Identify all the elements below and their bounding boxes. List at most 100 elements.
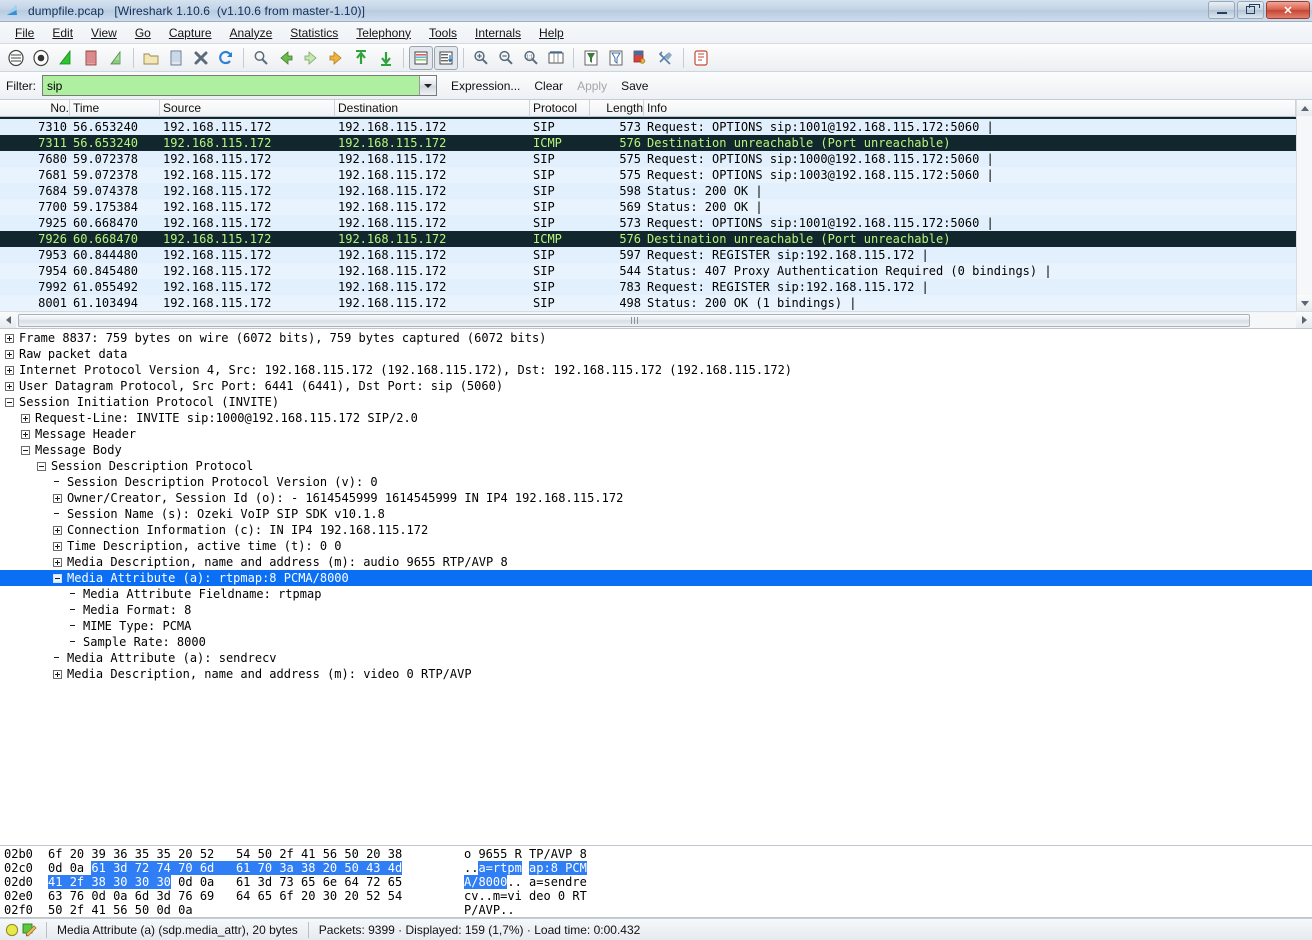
start-capture-button[interactable] bbox=[54, 46, 78, 70]
save-filter-button[interactable]: Save bbox=[621, 79, 648, 93]
auto-scroll-button[interactable] bbox=[434, 45, 458, 70]
hex-row[interactable]: 02e0 63 76 0d 0a 6d 3d 76 69 64 65 6f 20 … bbox=[0, 889, 1312, 903]
column-header-length[interactable]: Length bbox=[590, 99, 644, 117]
expand-icon[interactable] bbox=[21, 429, 30, 439]
column-header-info[interactable]: Info bbox=[644, 99, 1296, 117]
close-file-button[interactable] bbox=[189, 46, 213, 70]
menu-edit[interactable]: Edit bbox=[43, 24, 82, 42]
menu-capture[interactable]: Capture bbox=[160, 24, 221, 42]
expand-icon[interactable] bbox=[53, 525, 62, 535]
tree-item[interactable]: Raw packet data bbox=[0, 346, 1312, 362]
reload-button[interactable] bbox=[214, 46, 238, 70]
table-row[interactable]: 7681 59.072378 192.168.115.172 192.168.115.… bbox=[0, 167, 1296, 183]
table-row[interactable]: 7310 56.653240 192.168.115.172 192.168.115.… bbox=[0, 119, 1296, 135]
display-filters-button[interactable] bbox=[604, 46, 628, 70]
expand-icon[interactable] bbox=[5, 381, 14, 391]
table-row[interactable]: 7680 59.072378 192.168.115.172 192.168.115.… bbox=[0, 151, 1296, 167]
expand-icon[interactable] bbox=[5, 333, 14, 343]
colorize-packets-button[interactable] bbox=[409, 45, 433, 70]
coloring-rules-button[interactable] bbox=[629, 46, 653, 70]
menu-analyze[interactable]: Analyze bbox=[221, 24, 282, 42]
tree-item[interactable]: Frame 8837: 759 bytes on wire (6072 bits… bbox=[0, 330, 1312, 346]
collapse-icon[interactable] bbox=[53, 573, 62, 583]
hex-row[interactable]: 02f0 50 2f 41 56 50 0d 0a P/AVP.. bbox=[0, 903, 1312, 917]
expert-info-circle-icon[interactable] bbox=[5, 923, 19, 937]
column-header-no[interactable]: No. bbox=[0, 99, 70, 117]
tree-item[interactable]: Media Attribute (a): rtpmap:8 PCMA/8000 bbox=[0, 570, 1312, 586]
resize-columns-button[interactable] bbox=[544, 46, 568, 70]
zoom-in-button[interactable] bbox=[469, 46, 493, 70]
tree-item[interactable]: Media Format: 8 bbox=[0, 602, 1312, 618]
save-file-button[interactable] bbox=[164, 46, 188, 70]
filter-combo[interactable] bbox=[42, 75, 437, 96]
packet-details-pane[interactable]: Frame 8837: 759 bytes on wire (6072 bits… bbox=[0, 329, 1312, 846]
menu-telephony[interactable]: Telephony bbox=[347, 24, 420, 42]
packet-list-rows[interactable]: 7310 56.653240 192.168.115.172 192.168.115.… bbox=[0, 117, 1296, 311]
apply-filter-button[interactable]: Apply bbox=[577, 79, 607, 93]
tree-item[interactable]: Sample Rate: 8000 bbox=[0, 634, 1312, 650]
expand-icon[interactable] bbox=[53, 493, 62, 503]
minimize-button[interactable] bbox=[1208, 1, 1235, 19]
tree-item[interactable]: Owner/Creator, Session Id (o): - 1614545… bbox=[0, 490, 1312, 506]
go-last-packet-button[interactable] bbox=[374, 46, 398, 70]
interfaces-button[interactable] bbox=[4, 46, 28, 70]
preferences-button[interactable] bbox=[654, 46, 678, 70]
tree-item[interactable]: Session Initiation Protocol (INVITE) bbox=[0, 394, 1312, 410]
hex-row[interactable]: 02d0 41 2f 38 30 30 30 0d 0a 61 3d 73 65 … bbox=[0, 875, 1312, 889]
tree-item[interactable]: Request-Line: INVITE sip:1000@192.168.11… bbox=[0, 410, 1312, 426]
capture-comment-icon[interactable] bbox=[22, 923, 37, 937]
tree-item[interactable]: Session Description Protocol bbox=[0, 458, 1312, 474]
collapse-icon[interactable] bbox=[21, 445, 30, 455]
collapse-icon[interactable] bbox=[5, 397, 14, 407]
hex-row[interactable]: 02b0 6f 20 39 36 35 35 20 52 54 50 2f 41 … bbox=[0, 847, 1312, 861]
tree-item[interactable]: MIME Type: PCMA bbox=[0, 618, 1312, 634]
go-to-packet-button[interactable] bbox=[324, 46, 348, 70]
table-row[interactable]: 7700 59.175384 192.168.115.172 192.168.115.… bbox=[0, 199, 1296, 215]
table-row[interactable]: 7926 60.668470 192.168.115.172 192.168.115.… bbox=[0, 231, 1296, 247]
table-row[interactable]: 7954 60.845480 192.168.115.172 192.168.115.… bbox=[0, 263, 1296, 279]
menu-statistics[interactable]: Statistics bbox=[281, 24, 347, 42]
tree-item[interactable]: Media Attribute (a): sendrecv bbox=[0, 650, 1312, 666]
zoom-out-button[interactable] bbox=[494, 46, 518, 70]
packet-bytes-pane[interactable]: 02b0 6f 20 39 36 35 35 20 52 54 50 2f 41 … bbox=[0, 846, 1312, 918]
column-header-time[interactable]: Time bbox=[70, 99, 160, 117]
tree-item[interactable]: Connection Information (c): IN IP4 192.1… bbox=[0, 522, 1312, 538]
tree-item[interactable]: Internet Protocol Version 4, Src: 192.16… bbox=[0, 362, 1312, 378]
table-row[interactable]: 7684 59.074378 192.168.115.172 192.168.115.… bbox=[0, 183, 1296, 199]
capture-filters-button[interactable] bbox=[579, 46, 603, 70]
packet-list-vscrollbar[interactable] bbox=[1296, 100, 1312, 311]
tree-item[interactable]: Time Description, active time (t): 0 0 bbox=[0, 538, 1312, 554]
menu-help[interactable]: Help bbox=[530, 24, 573, 42]
zoom-reset-button[interactable]: 1:1 bbox=[519, 46, 543, 70]
column-header-source[interactable]: Source bbox=[160, 99, 335, 117]
menu-file[interactable]: File bbox=[6, 24, 43, 42]
collapse-icon[interactable] bbox=[37, 461, 46, 471]
filter-dropdown-button[interactable] bbox=[419, 76, 436, 95]
tree-item[interactable]: Media Attribute Fieldname: rtpmap bbox=[0, 586, 1312, 602]
clear-filter-button[interactable]: Clear bbox=[534, 79, 563, 93]
scroll-left-button[interactable] bbox=[0, 312, 16, 328]
column-header-destination[interactable]: Destination bbox=[335, 99, 530, 117]
tree-item[interactable]: Message Body bbox=[0, 442, 1312, 458]
table-row[interactable]: 7311 56.653240 192.168.115.172 192.168.115.… bbox=[0, 135, 1296, 151]
table-row[interactable]: 7925 60.668470 192.168.115.172 192.168.115.… bbox=[0, 215, 1296, 231]
find-packet-button[interactable] bbox=[249, 46, 273, 70]
menu-go[interactable]: Go bbox=[126, 24, 160, 42]
stop-capture-button[interactable] bbox=[79, 46, 103, 70]
menu-view[interactable]: View bbox=[82, 24, 126, 42]
go-first-packet-button[interactable] bbox=[349, 46, 373, 70]
expression-button[interactable]: Expression... bbox=[451, 79, 520, 93]
expand-icon[interactable] bbox=[21, 413, 30, 423]
hex-row[interactable]: 02c0 0d 0a 61 3d 72 74 70 6d 61 70 3a 38 … bbox=[0, 861, 1312, 875]
table-row[interactable]: 7992 61.055492 192.168.115.172 192.168.115.… bbox=[0, 279, 1296, 295]
tree-item[interactable]: Session Name (s): Ozeki VoIP SIP SDK v10… bbox=[0, 506, 1312, 522]
table-row[interactable]: 8001 61.103494 192.168.115.172 192.168.115.… bbox=[0, 295, 1296, 311]
restart-capture-button[interactable] bbox=[104, 46, 128, 70]
help-contents-button[interactable] bbox=[689, 46, 713, 70]
expand-icon[interactable] bbox=[53, 669, 62, 679]
close-button[interactable]: ✕ bbox=[1266, 1, 1310, 19]
maximize-button[interactable] bbox=[1237, 1, 1264, 19]
open-file-button[interactable] bbox=[139, 46, 163, 70]
tree-item[interactable]: Session Description Protocol Version (v)… bbox=[0, 474, 1312, 490]
filter-input[interactable] bbox=[43, 76, 419, 95]
